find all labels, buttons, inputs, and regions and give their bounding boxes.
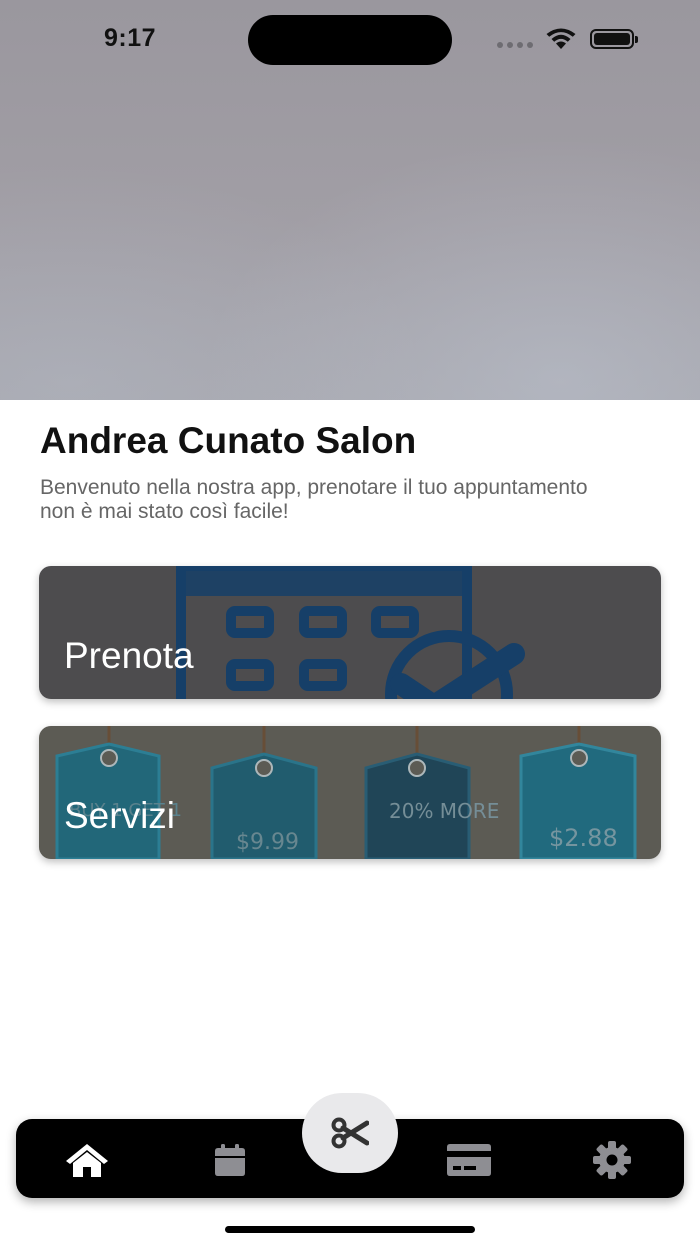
- page-title: Andrea Cunato Salon: [40, 420, 417, 461]
- cellular-signal-icon: [497, 42, 533, 48]
- home-icon: [66, 1144, 108, 1177]
- gear-icon: [593, 1141, 631, 1179]
- home-indicator[interactable]: [225, 1226, 475, 1233]
- status-time: 9:17: [104, 24, 157, 52]
- prenota-card[interactable]: Prenota: [39, 566, 661, 699]
- battery-icon: [590, 29, 638, 49]
- servizi-card[interactable]: BUY 1 GET 1 $9.99 20% MORE $2.88 Servizi: [39, 726, 661, 859]
- price-tags-illustration: BUY 1 GET 1 $9.99 20% MORE $2.88: [39, 726, 661, 859]
- calendar-check-illustration: [176, 566, 525, 699]
- scissors-icon: [331, 1117, 369, 1149]
- tab-settings[interactable]: [588, 1136, 636, 1184]
- prenota-label: Prenota: [64, 635, 194, 676]
- wifi-icon: [546, 28, 576, 49]
- credit-card-icon: [447, 1144, 491, 1176]
- dynamic-island: [248, 15, 452, 65]
- page-subtitle: Benvenuto nella nostra app, prenotare il…: [40, 476, 588, 523]
- scissors-button[interactable]: [302, 1093, 398, 1173]
- servizi-label: Servizi: [64, 795, 176, 836]
- calendar-icon: [215, 1144, 245, 1176]
- tab-calendar[interactable]: [206, 1136, 254, 1184]
- tab-payments[interactable]: [445, 1136, 493, 1184]
- tab-home[interactable]: [63, 1136, 111, 1184]
